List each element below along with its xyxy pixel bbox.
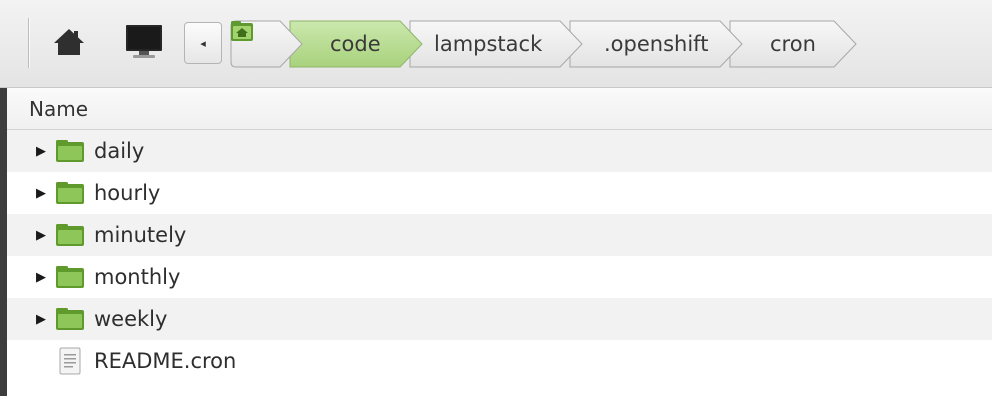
- home-folder-icon: [231, 21, 253, 41]
- file-list: Name ▶ daily ▶ hourly ▶ minutely ▶ month…: [7, 88, 992, 396]
- folder-icon: [54, 221, 86, 249]
- folder-icon: [54, 263, 86, 291]
- column-header-label: Name: [29, 96, 89, 121]
- item-name: hourly: [94, 181, 161, 205]
- folder-icon: [54, 137, 86, 165]
- list-item[interactable]: README.cron: [7, 340, 992, 382]
- list-item[interactable]: ▶ hourly: [7, 172, 992, 214]
- item-name: daily: [94, 139, 145, 163]
- expander-arrow-icon[interactable]: ▶: [30, 182, 52, 204]
- back-button[interactable]: ◂: [184, 22, 222, 64]
- folder-icon: [54, 179, 86, 207]
- list-item[interactable]: ▶ weekly: [7, 298, 992, 340]
- item-name: README.cron: [94, 349, 237, 373]
- expander-arrow-icon[interactable]: ▶: [30, 224, 52, 246]
- column-header-name[interactable]: Name: [7, 88, 992, 130]
- toolbar: ◂ code lampstack .openshift cron: [0, 0, 992, 88]
- computer-button[interactable]: [124, 20, 164, 64]
- list-item[interactable]: ▶ minutely: [7, 214, 992, 256]
- item-name: minutely: [94, 223, 187, 247]
- computer-icon: [126, 25, 162, 58]
- list-item[interactable]: ▶ daily: [7, 130, 992, 172]
- text-file-icon: [54, 347, 86, 375]
- breadcrumb: code lampstack .openshift cron: [230, 20, 930, 68]
- home-button[interactable]: [49, 20, 89, 64]
- item-name: monthly: [94, 265, 181, 289]
- crumb-label-lampstack: lampstack: [434, 32, 543, 56]
- expander-arrow-icon[interactable]: ▶: [30, 140, 52, 162]
- list-item[interactable]: ▶ monthly: [7, 256, 992, 298]
- crumb-label-openshift: .openshift: [604, 32, 709, 56]
- crumb-label-cron: cron: [770, 32, 816, 56]
- crumb-label-code: code: [330, 32, 381, 56]
- expander-arrow-icon[interactable]: ▶: [30, 266, 52, 288]
- toolbar-separator: [28, 18, 29, 68]
- sidebar-edge: [0, 88, 7, 396]
- chevron-left-icon: ◂: [200, 36, 206, 50]
- home-icon: [54, 29, 84, 55]
- folder-icon: [54, 305, 86, 333]
- file-manager-window: ◂ code lampstack .openshift cron Name ▶ …: [0, 0, 992, 396]
- expander-arrow-icon[interactable]: ▶: [30, 308, 52, 330]
- item-name: weekly: [94, 307, 168, 331]
